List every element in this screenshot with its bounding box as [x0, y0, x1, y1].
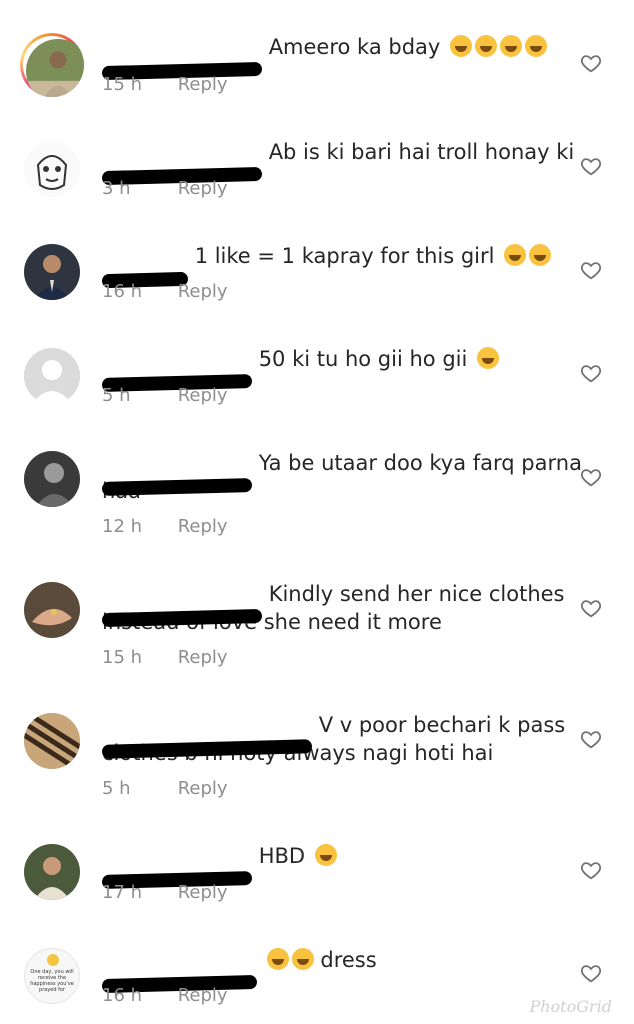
avatar-photo	[24, 141, 80, 197]
comment-meta: 3 h Reply	[102, 178, 228, 199]
comment-meta: 5 h Reply	[102, 385, 228, 406]
watermark: PhotoGrid	[529, 997, 612, 1016]
grin-emoji-icon	[525, 35, 548, 57]
comment-meta: 15 h Reply	[102, 74, 228, 95]
avatar[interactable]: One day, you will receive the happiness …	[24, 948, 80, 1004]
avatar-photo	[24, 844, 80, 900]
sun-icon	[47, 954, 59, 966]
comment-time: 17 h	[102, 882, 143, 903]
comment-body: HBD	[258, 844, 306, 868]
comment-body: V v poor bechari k pass clothes b ni hot…	[102, 713, 566, 765]
grin-emoji-icon	[450, 35, 473, 57]
comment-meta: 16 h Reply	[102, 985, 228, 1006]
comment-body: 1 like = 1 kapray for this girl	[194, 244, 495, 268]
comment-meta: 17 h Reply	[102, 882, 228, 903]
comment-body: Ya be utaar doo kya farq parna haa	[102, 451, 582, 503]
comment-body: Kindly send her nice clothes instead of …	[102, 582, 565, 634]
comment-meta: 15 h Reply	[102, 647, 228, 668]
heart-icon[interactable]	[580, 52, 602, 74]
comment-meta: 16 h Reply	[102, 281, 228, 302]
reply-button[interactable]: Reply	[178, 385, 228, 406]
avatar[interactable]	[24, 244, 80, 300]
comment-text-block: V v poor bechari k pass clothes b ni hot…	[101, 711, 582, 767]
comment-time: 12 h	[102, 516, 143, 537]
comment-meta: 5 h Reply	[102, 778, 228, 799]
sad-emoji-icon	[266, 948, 289, 970]
reply-button[interactable]: Reply	[178, 778, 228, 799]
reply-button[interactable]: Reply	[178, 882, 228, 903]
avatar[interactable]	[24, 348, 80, 404]
avatar-photo	[24, 244, 80, 300]
comment-time: 15 h	[102, 74, 143, 95]
default-avatar-icon	[24, 348, 80, 404]
comment-text-block: 50 ki tu ho gii ho gii	[101, 345, 582, 392]
grin-emoji-icon	[500, 35, 523, 57]
comment-text-block: Ameero ka bday	[101, 33, 582, 81]
avatar[interactable]	[24, 713, 80, 769]
sad-emoji-icon	[504, 244, 527, 266]
reply-button[interactable]: Reply	[178, 178, 228, 199]
comment-body: dress	[320, 948, 377, 972]
comment-time: 16 h	[102, 985, 143, 1006]
avatar-quote-text: One day, you will receive the happiness …	[30, 969, 74, 993]
reply-button[interactable]: Reply	[178, 647, 228, 668]
comment-text-block: Ya be utaar doo kya farq parna haa	[101, 449, 582, 505]
heart-icon[interactable]	[580, 466, 602, 488]
reply-button[interactable]: Reply	[178, 281, 228, 302]
comment-time: 3 h	[102, 178, 131, 199]
comment-body: 50 ki tu ho gii ho gii	[258, 347, 468, 371]
heart-icon[interactable]	[580, 728, 602, 750]
reply-button[interactable]: Reply	[178, 74, 228, 95]
comment-text-block: HBD	[101, 842, 582, 889]
heart-icon[interactable]	[580, 962, 602, 984]
comment-body: Ameero ka bday	[268, 35, 441, 59]
avatar[interactable]	[24, 844, 80, 900]
reply-button[interactable]: Reply	[178, 516, 228, 537]
comment-text-block: 1 like = 1 kapray for this girl	[101, 242, 582, 289]
heart-icon[interactable]	[580, 859, 602, 881]
avatar[interactable]	[24, 141, 80, 197]
reply-button[interactable]: Reply	[178, 985, 228, 1006]
comment-time: 5 h	[102, 778, 131, 799]
avatar-photo	[26, 39, 84, 97]
avatar-photo	[24, 582, 80, 638]
comment-body: Ab is ki bari hai troll honay ki	[268, 140, 575, 164]
avatar-photo	[24, 713, 80, 769]
comment-time: 15 h	[102, 647, 143, 668]
comment-text-block: dress	[101, 946, 582, 994]
comment-meta: 12 h Reply	[102, 516, 228, 537]
heart-icon[interactable]	[580, 259, 602, 281]
heart-icon[interactable]	[580, 155, 602, 177]
grin-emoji-icon	[477, 347, 500, 369]
crying-emoji-icon	[529, 244, 552, 266]
grin-emoji-icon	[475, 35, 498, 57]
sad-emoji-icon	[291, 948, 314, 970]
avatar[interactable]	[24, 451, 80, 507]
comment-time: 5 h	[102, 385, 131, 406]
avatar[interactable]	[20, 33, 84, 97]
avatar-photo	[24, 451, 80, 507]
comment-text-block: Ab is ki bari hai troll honay ki	[101, 138, 582, 186]
comment-text-block: Kindly send her nice clothes instead of …	[101, 580, 582, 636]
avatar[interactable]	[24, 582, 80, 638]
heart-icon[interactable]	[580, 362, 602, 384]
comment-time: 16 h	[102, 281, 143, 302]
heart-eyes-emoji-icon	[314, 844, 337, 866]
heart-icon[interactable]	[580, 597, 602, 619]
